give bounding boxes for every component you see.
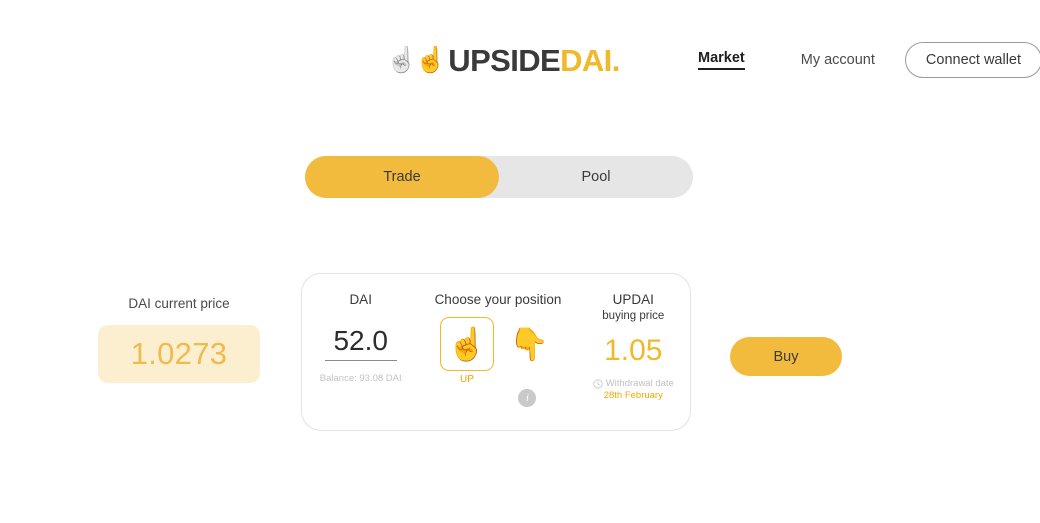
nav-item-market[interactable]: Market [698, 50, 745, 70]
position-option-up[interactable]: ☝️ UP [439, 316, 494, 386]
dai-balance-label: Balance: 93.08 DAI [319, 372, 402, 384]
point-down-hand-icon[interactable]: 👇 [502, 317, 556, 371]
tab-pool[interactable]: Pool [499, 156, 693, 198]
withdrawal-date-label: Withdrawal date [605, 378, 674, 390]
withdrawal-label-row: Withdrawal date [593, 378, 674, 389]
brand-name: UPSIDEDAI. [448, 42, 620, 78]
connect-wallet-button[interactable]: Connect wallet [904, 42, 1040, 78]
brand-name-primary: UPSIDE [448, 42, 561, 78]
updai-buying-price-value: 1.05 [604, 334, 663, 368]
withdrawal-info: Withdrawal date 28th February [577, 378, 690, 401]
market-mode-tabs: Trade Pool [305, 156, 693, 198]
buy-button[interactable]: Buy [730, 337, 842, 376]
updai-column: UPDAI buying price 1.05 Withdrawal date … [577, 274, 690, 430]
position-options: ☝️ UP 👇 [419, 316, 576, 386]
withdrawal-date-value: 28th February [603, 390, 663, 402]
trade-card: DAI Balance: 93.08 DAI Choose your posit… [301, 273, 691, 431]
clock-icon [593, 379, 603, 389]
dai-current-price-value: 1.0273 [130, 336, 228, 371]
position-title: Choose your position [434, 292, 562, 307]
nav-item-my-account[interactable]: My account [801, 52, 875, 68]
info-icon[interactable]: i [518, 389, 537, 407]
dai-current-price-label: DAI current price [128, 296, 230, 311]
position-option-down[interactable]: 👇 [502, 317, 556, 386]
tab-trade[interactable]: Trade [305, 156, 499, 198]
logo-hands-icon: ☝️☝️ [386, 45, 446, 74]
updai-title: UPDAI [612, 292, 654, 307]
site-header: ☝️☝️ UPSIDEDAI. Market My account Connec… [0, 38, 1040, 82]
dai-amount-input[interactable] [324, 324, 397, 361]
position-option-up-label: UP [460, 373, 474, 385]
main-navigation: Market My account Connect wallet [698, 38, 1040, 82]
amount-column: DAI Balance: 93.08 DAI [302, 274, 419, 430]
point-up-hand-icon[interactable]: ☝️ [439, 316, 494, 371]
dai-current-price-box: 1.0273 [98, 325, 260, 383]
amount-input-wrapper [324, 324, 397, 361]
position-column: Choose your position ☝️ UP 👇 i [419, 274, 576, 430]
brand-name-accent: DAI. [560, 42, 620, 78]
updai-subtitle: buying price [602, 309, 665, 322]
amount-title: DAI [349, 292, 372, 307]
brand-logo[interactable]: ☝️☝️ UPSIDEDAI. [386, 38, 620, 82]
dai-current-price-block: DAI current price 1.0273 [98, 296, 260, 383]
